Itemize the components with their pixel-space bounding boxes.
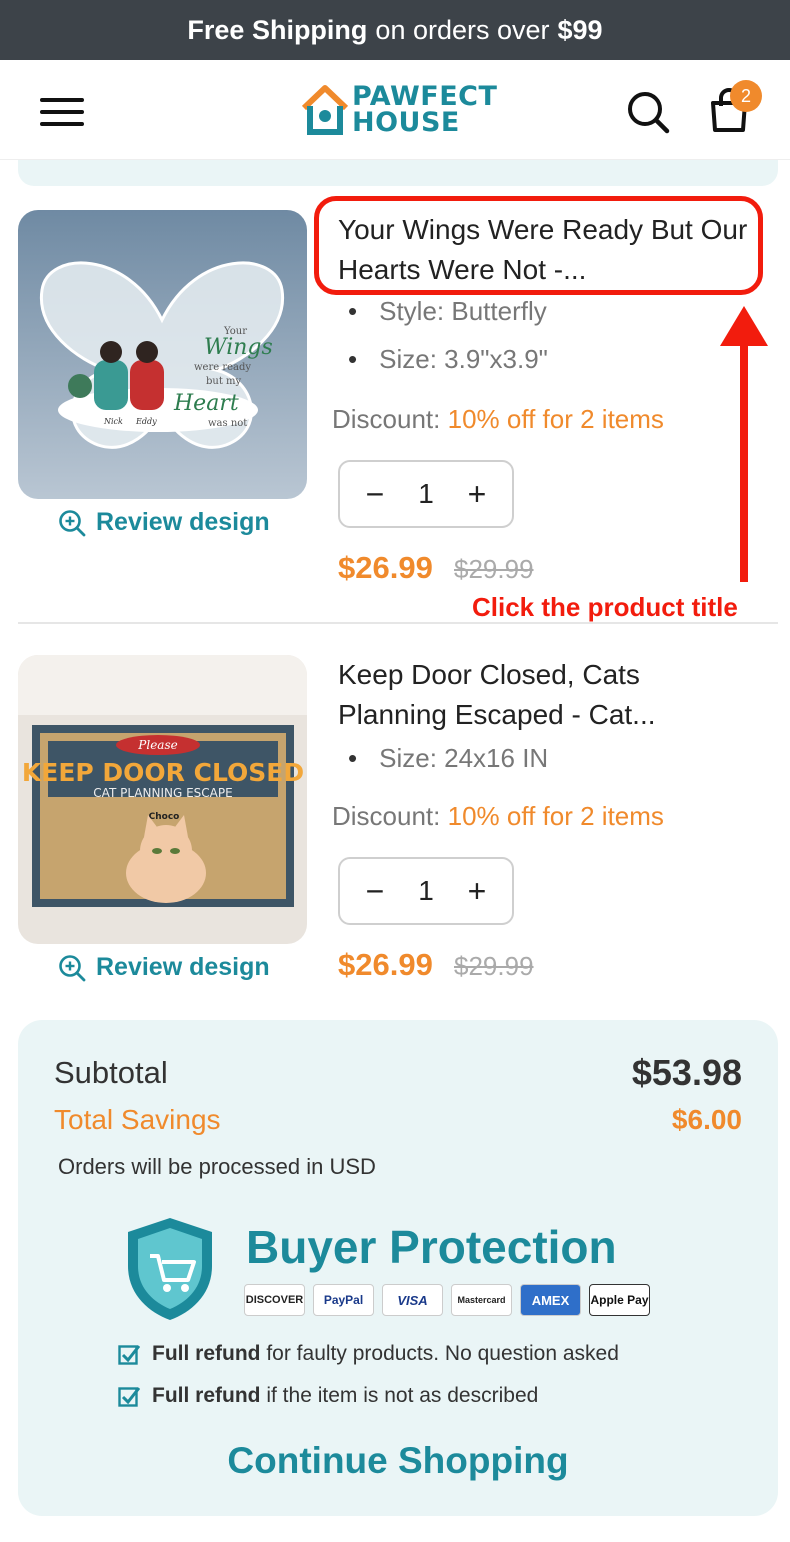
review-design-label: Review design bbox=[96, 508, 270, 536]
savings-row: Total Savings $6.00 bbox=[54, 1104, 742, 1136]
doormat-please-text: Please bbox=[137, 738, 177, 752]
cart-count-badge: 2 bbox=[730, 80, 762, 112]
guarantee-item: Full refund for faulty products. No ques… bbox=[118, 1342, 619, 1366]
guarantee-bold: Full refund bbox=[152, 1342, 261, 1365]
quantity-value[interactable]: 1 bbox=[418, 478, 434, 510]
original-price: $29.99 bbox=[454, 554, 534, 584]
discount-label: Discount: bbox=[332, 801, 441, 831]
product-spec-size: Size: 24x16 IN bbox=[348, 743, 548, 774]
checkbox-icon bbox=[118, 1345, 140, 1365]
menu-icon[interactable] bbox=[40, 98, 84, 128]
mastercard-icon: Mastercard bbox=[451, 1284, 512, 1316]
total-savings-value: $6.00 bbox=[671, 1104, 742, 1135]
subtotal-row: Subtotal $53.98 bbox=[54, 1052, 742, 1094]
butterfly-acrylic-image: Your Wings were ready but my Heart was n… bbox=[18, 210, 307, 499]
payment-methods: DISCOVER PayPal VISA Mastercard AMEX App… bbox=[244, 1284, 650, 1316]
zoom-in-icon bbox=[59, 954, 86, 981]
buyer-protection-title: Buyer Protection bbox=[246, 1221, 617, 1273]
discount-value: 10% off for 2 items bbox=[447, 801, 664, 831]
doormat-image: Please KEEP DOOR CLOSED CAT PLANNING ESC… bbox=[18, 655, 307, 944]
annotation-arrow-icon bbox=[720, 306, 768, 582]
title-highlight-box bbox=[314, 196, 763, 295]
amex-icon: AMEX bbox=[520, 1284, 581, 1316]
increase-quantity-button[interactable]: + bbox=[462, 873, 492, 910]
product-spec-size: Size: 3.9"x3.9" bbox=[348, 344, 548, 375]
guarantee-text: if the item is not as described bbox=[266, 1384, 539, 1407]
product-title[interactable]: Keep Door Closed, Cats Planning Escaped … bbox=[338, 655, 748, 735]
apple-pay-icon: Apple Pay bbox=[589, 1284, 650, 1316]
image-text-name1: Nick bbox=[103, 417, 123, 426]
image-text-name2: Eddy bbox=[135, 417, 157, 426]
logo-text: PAWFECT HOUSE bbox=[352, 83, 497, 138]
annotation-text: Click the product title bbox=[472, 592, 738, 622]
image-text-heart: Heart bbox=[173, 391, 239, 416]
sale-price: $26.99 bbox=[338, 947, 433, 982]
doormat-headline-text: KEEP DOOR CLOSED bbox=[22, 758, 304, 787]
visa-icon: VISA bbox=[382, 1284, 443, 1316]
promo-free-shipping: Free Shipping bbox=[187, 14, 368, 45]
increase-quantity-button[interactable]: + bbox=[462, 476, 492, 513]
product-spec-style: Style: Butterfly bbox=[348, 296, 547, 327]
continue-shopping-button[interactable]: Continue Shopping bbox=[18, 1440, 778, 1482]
logo-line2: HOUSE bbox=[352, 107, 460, 138]
promo-bar: Free Shipping on orders over $99 bbox=[0, 0, 790, 60]
review-design-link[interactable]: Review design bbox=[58, 953, 270, 982]
decrease-quantity-button[interactable]: − bbox=[360, 476, 390, 513]
discover-icon: DISCOVER bbox=[244, 1284, 305, 1316]
site-header: PAWFECT HOUSE 2 bbox=[0, 60, 790, 160]
review-design-label: Review design bbox=[96, 953, 270, 981]
currency-note: Orders will be processed in USD bbox=[58, 1154, 376, 1179]
review-design-link[interactable]: Review design bbox=[58, 508, 270, 537]
product-image[interactable]: Please KEEP DOOR CLOSED CAT PLANNING ESC… bbox=[18, 655, 307, 944]
doormat-name-text: Choco bbox=[149, 812, 180, 822]
image-text-but-my: but my bbox=[206, 376, 242, 387]
logo-house-icon bbox=[301, 85, 349, 135]
image-text-were-ready: were ready bbox=[194, 362, 251, 373]
checkbox-icon bbox=[118, 1387, 140, 1407]
subtotal-label: Subtotal bbox=[54, 1055, 168, 1090]
discount-value: 10% off for 2 items bbox=[447, 404, 664, 434]
guarantee-text: for faulty products. No question asked bbox=[266, 1342, 619, 1365]
total-savings-label: Total Savings bbox=[54, 1104, 221, 1135]
sale-price: $26.99 bbox=[338, 550, 433, 585]
image-text-wings: Wings bbox=[204, 335, 273, 360]
guarantee-bold: Full refund bbox=[152, 1384, 261, 1407]
quantity-stepper: − 1 + bbox=[338, 460, 514, 528]
decrease-quantity-button[interactable]: − bbox=[360, 873, 390, 910]
order-summary-card: Subtotal $53.98 Total Savings $6.00 Orde… bbox=[18, 1020, 778, 1516]
discount-info: Discount: 10% off for 2 items bbox=[332, 404, 664, 435]
discount-info: Discount: 10% off for 2 items bbox=[332, 801, 664, 832]
search-icon[interactable] bbox=[626, 90, 670, 134]
quantity-value[interactable]: 1 bbox=[418, 875, 434, 907]
guarantee-item: Full refund if the item is not as descri… bbox=[118, 1384, 538, 1408]
paypal-icon: PayPal bbox=[313, 1284, 374, 1316]
shield-cart-icon bbox=[128, 1218, 212, 1320]
previous-card-edge bbox=[18, 160, 778, 186]
promo-text: on orders over bbox=[375, 14, 550, 45]
logo[interactable]: PAWFECT HOUSE bbox=[300, 82, 500, 142]
discount-label: Discount: bbox=[332, 404, 441, 434]
image-text-was-not: was not bbox=[208, 418, 247, 429]
original-price: $29.99 bbox=[454, 951, 534, 981]
item-divider bbox=[18, 622, 778, 624]
promo-amount: $99 bbox=[557, 14, 603, 45]
subtotal-value: $53.98 bbox=[631, 1052, 742, 1093]
product-image[interactable]: Your Wings were ready but my Heart was n… bbox=[18, 210, 307, 499]
quantity-stepper: − 1 + bbox=[338, 857, 514, 925]
doormat-subline-text: CAT PLANNING ESCAPE bbox=[93, 786, 232, 800]
zoom-in-icon bbox=[59, 509, 86, 536]
